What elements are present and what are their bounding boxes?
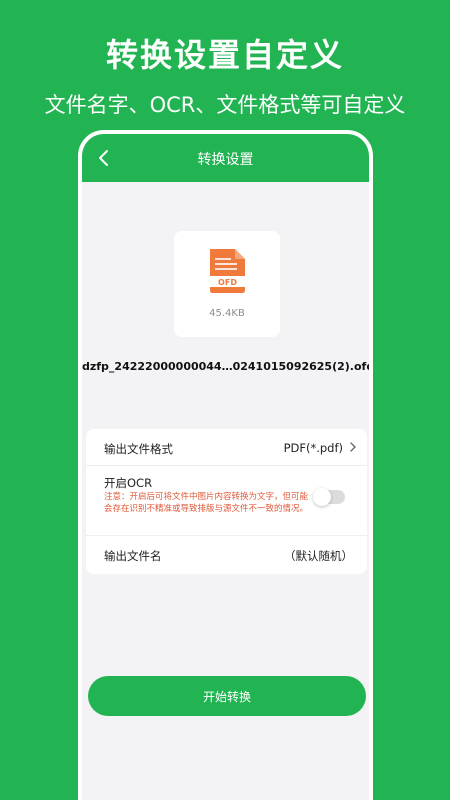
app-bar: 转换设置 — [82, 134, 369, 182]
ocr-label: 开启OCR — [104, 476, 153, 490]
file-name: dzfp_24222000000044…0241015092625(2).ofd — [82, 360, 373, 373]
output-format-value: PDF(*.pdf) — [283, 441, 343, 455]
start-convert-button[interactable]: 开始转换 — [88, 676, 366, 716]
output-name-row[interactable]: 输出文件名 （默认随机） — [86, 536, 367, 574]
ocr-toggle[interactable] — [313, 488, 345, 506]
file-size: 45.4KB — [209, 308, 245, 319]
chevron-right-icon — [350, 442, 356, 452]
ocr-row: 开启OCR 注意：开启后可将文件中图片内容转换为文字，但可能会存在识别不精准或导… — [86, 466, 367, 536]
ofd-icon-label: OFD — [218, 278, 237, 287]
output-format-label: 输出文件格式 — [104, 442, 173, 456]
output-name-label: 输出文件名 — [104, 549, 162, 563]
page-title: 转换设置 — [197, 152, 254, 168]
settings-panel: 输出文件格式 PDF(*.pdf) 开启OCR 注意：开启后可将文件中图片内容转… — [86, 429, 367, 574]
phone-frame: 转换设置 OFD 45.4KB dzfp_24222000000044…0241… — [78, 130, 373, 800]
output-format-row[interactable]: 输出文件格式 PDF(*.pdf) — [86, 429, 367, 466]
ocr-note: 注意：开启后可将文件中图片内容转换为文字，但可能会存在识别不精准或导致排版与源文… — [104, 492, 309, 514]
toggle-knob — [313, 488, 331, 506]
promo-subtitle: 文件名字、OCR、文件格式等可自定义 — [44, 93, 406, 117]
output-name-value: （默认随机） — [284, 549, 353, 563]
file-card: OFD 45.4KB — [174, 231, 280, 337]
promo-title: 转换设置自定义 — [105, 36, 344, 74]
ofd-file-icon: OFD — [210, 249, 245, 293]
